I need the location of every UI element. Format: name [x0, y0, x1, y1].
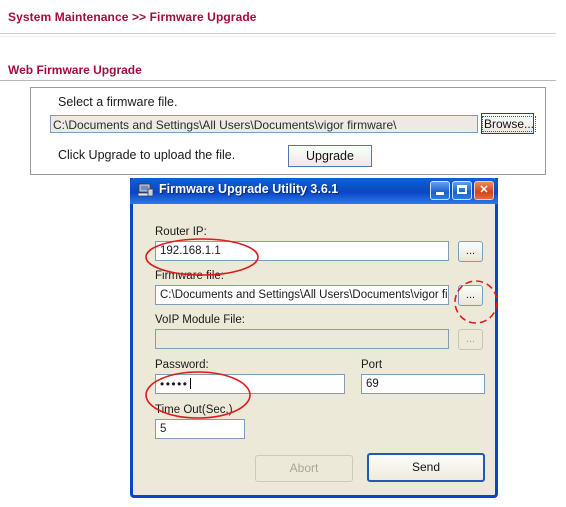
computer-icon — [137, 183, 154, 197]
minimize-icon — [436, 192, 444, 195]
header-divider — [0, 33, 556, 37]
window-controls: ✕ — [430, 181, 494, 200]
page-title: Web Firmware Upgrade — [8, 63, 142, 77]
send-button[interactable]: Send — [367, 453, 485, 482]
dialog-title-bar[interactable]: Firmware Upgrade Utility 3.6.1 ✕ — [130, 178, 498, 204]
click-upgrade-label: Click Upgrade to upload the file. — [58, 148, 236, 162]
minimize-button[interactable] — [430, 181, 450, 200]
voip-module-file-input[interactable] — [155, 329, 449, 349]
select-firmware-label: Select a firmware file. — [58, 95, 178, 109]
password-label: Password: — [155, 359, 209, 371]
password-masked-value: ••••• — [160, 377, 189, 391]
router-ip-label: Router IP: — [155, 226, 207, 238]
voip-module-file-label: VoIP Module File: — [155, 314, 245, 326]
browse-button[interactable]: Browse... — [481, 113, 537, 134]
section-divider — [0, 80, 556, 83]
close-button[interactable]: ✕ — [474, 181, 494, 200]
router-ip-browse-button[interactable]: ... — [458, 241, 483, 262]
maximize-button[interactable] — [452, 181, 472, 200]
password-input[interactable]: ••••• — [155, 374, 345, 394]
close-icon: ✕ — [479, 184, 489, 196]
dialog-title-text: Firmware Upgrade Utility 3.6.1 — [159, 182, 339, 196]
port-label: Port — [361, 359, 383, 371]
firmware-file-input[interactable]: C:\Documents and Settings\All Users\Docu… — [155, 285, 449, 305]
abort-button: Abort — [255, 455, 353, 482]
dialog-body: Router IP: 192.168.1.1 ... Firmware file… — [133, 204, 495, 495]
breadcrumb: System Maintenance >> Firmware Upgrade — [8, 10, 257, 24]
browse-button-label: Browse... — [482, 116, 537, 132]
upgrade-button[interactable]: Upgrade — [288, 145, 372, 167]
timeout-label: Time Out(Sec.) — [155, 404, 233, 416]
text-caret — [189, 378, 191, 389]
voip-module-file-browse-button: ... — [458, 329, 483, 350]
router-ip-input[interactable]: 192.168.1.1 — [155, 241, 449, 261]
firmware-file-browse-button[interactable]: ... — [458, 285, 483, 306]
firmware-file-input[interactable]: C:\Documents and Settings\All Users\Docu… — [50, 115, 478, 133]
firmware-upgrade-utility-dialog: Router IP: 192.168.1.1 ... Firmware file… — [130, 178, 498, 498]
port-input[interactable]: 69 — [361, 374, 485, 394]
firmware-file-label: Firmware file: — [155, 270, 225, 282]
timeout-input[interactable]: 5 — [155, 419, 245, 439]
screenshot-root: System Maintenance >> Firmware Upgrade W… — [0, 0, 566, 507]
maximize-icon — [457, 185, 467, 194]
